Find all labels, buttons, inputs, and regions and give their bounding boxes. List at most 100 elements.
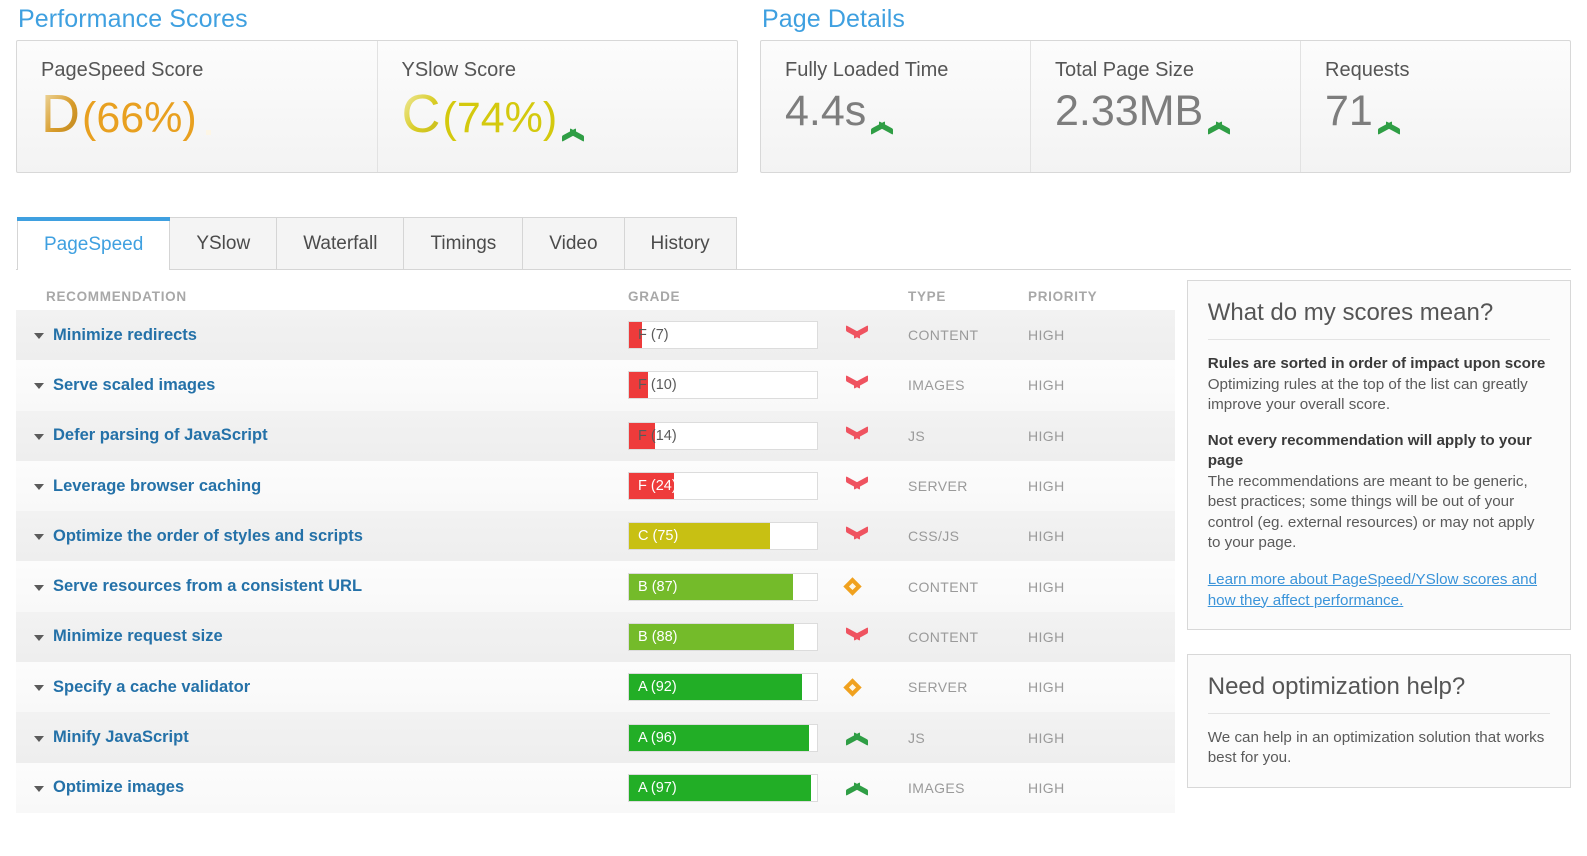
- grade-bar-label: B (88): [638, 628, 678, 645]
- expand-triangle-icon[interactable]: [34, 433, 44, 440]
- scores-explanation-card: What do my scores mean? Rules are sorted…: [1186, 280, 1571, 630]
- grade-bar: A (92): [628, 673, 818, 702]
- grade-cell: B (87): [628, 572, 838, 601]
- expand-triangle-icon[interactable]: [34, 383, 44, 390]
- pagespeed-grade-percent: (66%): [82, 94, 197, 142]
- expand-triangle-icon[interactable]: [34, 584, 44, 591]
- report-tabs: PageSpeed YSlow Waterfall Timings Video Histo…: [16, 217, 1571, 271]
- tab-waterfall[interactable]: Waterfall: [276, 217, 405, 269]
- recommendation-cell: Minify JavaScript: [16, 728, 628, 747]
- table-body: Minimize redirects F (7) CONTENT HIGH Serve …: [16, 310, 1175, 813]
- recommendation-link[interactable]: Serve resources from a consistent URL: [53, 577, 362, 596]
- recommendation-cell: Serve scaled images: [16, 376, 628, 395]
- learn-more-link[interactable]: Learn more about PageSpeed/YSlow scores …: [1208, 571, 1537, 609]
- trend-cell: [838, 780, 908, 796]
- priority-cell: HIGH: [1028, 377, 1065, 394]
- recommendation-link[interactable]: Minify JavaScript: [53, 728, 189, 747]
- grade-cell: A (97): [628, 773, 838, 802]
- expand-triangle-icon[interactable]: [34, 634, 44, 641]
- recommendation-link[interactable]: Minimize redirects: [53, 326, 197, 345]
- requests-cell: Requests 71: [1301, 41, 1570, 172]
- trend-cell: [838, 678, 908, 697]
- grade-bar-label: C (75): [638, 528, 679, 545]
- fully-loaded-time-cell: Fully Loaded Time 4.4s: [761, 41, 1031, 172]
- scores-card-body-2: The recommendations are meant to be gene…: [1207, 472, 1535, 552]
- expand-triangle-icon[interactable]: [34, 785, 44, 792]
- grade-bar: C (75): [628, 522, 818, 551]
- gtmetrix-report-page: Performance Scores PageSpeed Score D (66…: [0, 0, 1587, 856]
- trend-down-icon: [846, 528, 868, 544]
- scores-card-heading-2: Not every recommendation will apply to y…: [1207, 431, 1532, 470]
- priority-cell: HIGH: [1028, 327, 1065, 344]
- requests-value-row: 71: [1325, 85, 1570, 137]
- grade-bar-label: A (92): [638, 679, 677, 696]
- recommendation-link[interactable]: Specify a cache validator: [53, 678, 250, 697]
- grade-cell: F (10): [628, 371, 838, 400]
- yslow-score-label: YSlow Score: [401, 59, 517, 81]
- fully-loaded-time-value: 4.4s: [785, 87, 867, 135]
- table-row[interactable]: Minimize redirects F (7) CONTENT HIGH: [16, 310, 1175, 361]
- priority-cell: HIGH: [1028, 679, 1065, 696]
- grade-cell: F (14): [628, 421, 838, 450]
- recommendation-cell: Leverage browser caching: [16, 477, 628, 496]
- priority-cell: HIGH: [1028, 729, 1065, 746]
- recommendation-cell: Optimize the order of styles and scripts: [16, 527, 628, 546]
- table-row[interactable]: Optimize the order of styles and scripts…: [16, 511, 1175, 562]
- scores-card-block-1: Rules are sorted in order of impact upon…: [1208, 354, 1550, 416]
- yslow-score-cell: YSlow Score C (74%): [378, 41, 738, 172]
- table-row[interactable]: Serve scaled images F (10) IMAGES HIGH: [16, 360, 1175, 411]
- priority-cell: HIGH: [1028, 528, 1065, 545]
- type-cell: JS: [908, 427, 926, 444]
- scores-card-heading-1: Rules are sorted in order of impact upon…: [1207, 355, 1546, 372]
- total-page-size-value: 2.33MB: [1055, 87, 1204, 135]
- recommendation-link[interactable]: Minimize request size: [53, 627, 223, 646]
- grade-cell: F (7): [628, 321, 838, 350]
- table-row[interactable]: Minify JavaScript A (96) JS HIGH: [16, 712, 1175, 763]
- recommendation-link[interactable]: Defer parsing of JavaScript: [53, 426, 268, 445]
- grade-bar: F (7): [628, 321, 818, 350]
- tab-yslow[interactable]: YSlow: [169, 217, 278, 269]
- grade-bar-label: F (7): [638, 327, 669, 344]
- tab-history[interactable]: History: [623, 217, 737, 269]
- grade-cell: B (88): [628, 622, 838, 651]
- expand-triangle-icon[interactable]: [34, 333, 44, 340]
- table-row[interactable]: Specify a cache validator A (92) SERVER HIG…: [16, 662, 1175, 713]
- grade-bar-label: F (10): [638, 377, 677, 394]
- tab-pagespeed[interactable]: PageSpeed: [17, 217, 171, 271]
- trend-down-icon: [846, 327, 868, 343]
- grade-cell: F (24): [628, 472, 838, 501]
- help-card-body: We can help in an optimization solution …: [1207, 728, 1545, 767]
- expand-triangle-icon[interactable]: [34, 484, 44, 491]
- table-row[interactable]: Serve resources from a consistent URL B (…: [16, 561, 1175, 612]
- type-cell: SERVER: [908, 679, 968, 696]
- table-row[interactable]: Defer parsing of JavaScript F (14) JS HIGH: [16, 410, 1175, 461]
- performance-scores-box: PageSpeed Score D (66%) YSlow Score C (7…: [16, 40, 738, 173]
- table-header-row: RECOMMENDATION GRADE TYPE PRIORITY: [16, 270, 1175, 310]
- table-row[interactable]: Optimize images A (97) IMAGES HIGH: [16, 762, 1175, 813]
- recommendation-link[interactable]: Leverage browser caching: [53, 477, 261, 496]
- expand-triangle-icon[interactable]: [34, 685, 44, 692]
- pagespeed-score-label: PageSpeed Score: [41, 59, 204, 81]
- recommendation-cell: Minimize request size: [16, 627, 628, 646]
- expand-triangle-icon[interactable]: [34, 534, 44, 541]
- pagespeed-score-cell: PageSpeed Score D (66%): [17, 41, 378, 172]
- expand-triangle-icon[interactable]: [34, 735, 44, 742]
- grade-cell: A (92): [628, 673, 838, 702]
- page-details-title: Page Details: [762, 5, 905, 33]
- grade-cell: C (75): [628, 522, 838, 551]
- trend-cell: [838, 730, 908, 746]
- priority-cell: HIGH: [1028, 779, 1065, 796]
- trend-cell: [838, 478, 908, 494]
- recommendation-link[interactable]: Optimize the order of styles and scripts: [53, 527, 363, 546]
- tab-timings[interactable]: Timings: [403, 217, 524, 269]
- table-row[interactable]: Minimize request size B (88) CONTENT HIGH: [16, 611, 1175, 663]
- tab-video[interactable]: Video: [522, 217, 625, 269]
- header-type: TYPE: [908, 288, 947, 304]
- recommendation-link[interactable]: Serve scaled images: [53, 376, 215, 395]
- report-content: RECOMMENDATION GRADE TYPE PRIORITY Minim…: [16, 270, 1571, 813]
- grade-bar: B (87): [628, 572, 818, 601]
- trend-cell: [838, 629, 908, 645]
- total-page-size-cell: Total Page Size 2.33MB: [1031, 41, 1301, 172]
- recommendation-link[interactable]: Optimize images: [53, 778, 184, 797]
- table-row[interactable]: Leverage browser caching F (24) SERVER HIGH: [16, 460, 1175, 512]
